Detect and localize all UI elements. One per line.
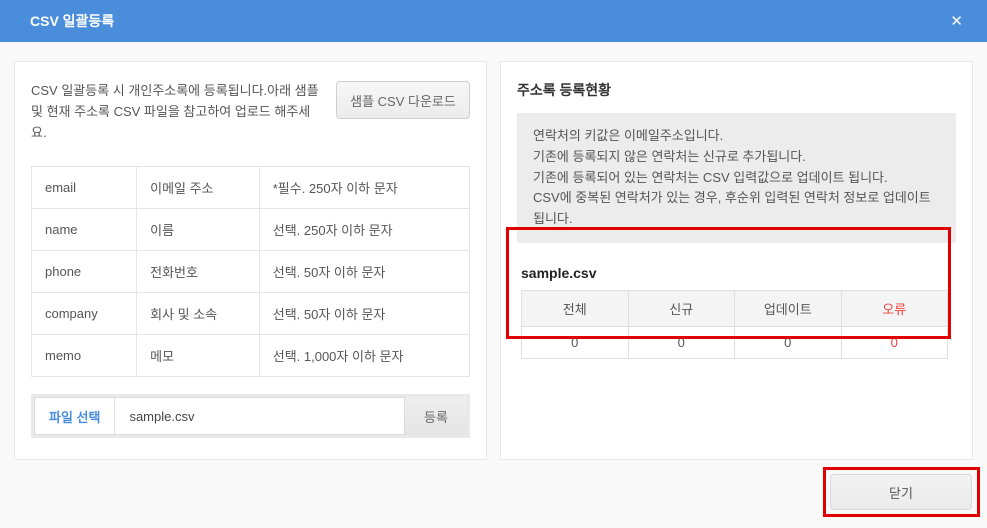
field-key: email: [32, 167, 137, 209]
field-rule: 선택. 50자 이하 문자: [259, 251, 469, 293]
modal-header: CSV 일괄등록 ✕: [0, 0, 987, 42]
file-input-field[interactable]: 파일 선택 sample.csv: [34, 397, 405, 435]
field-label: 전화번호: [137, 251, 260, 293]
table-row: phone 전화번호 선택. 50자 이하 문자: [32, 251, 470, 293]
field-rule: 선택. 50자 이하 문자: [259, 293, 469, 335]
value-new: 0: [628, 326, 735, 358]
field-label: 메모: [137, 335, 260, 377]
registration-status-panel: 주소록 등록현황 연락처의 키값은 이메일주소입니다. 기존에 등록되지 않은 …: [500, 61, 973, 460]
field-key: company: [32, 293, 137, 335]
info-line: 연락처의 키값은 이메일주소입니다.: [533, 126, 940, 147]
file-upload-row: 파일 선택 sample.csv 등록: [31, 394, 470, 438]
field-key: memo: [32, 335, 137, 377]
col-new: 신규: [628, 290, 735, 326]
modal-title: CSV 일괄등록: [30, 11, 114, 31]
sample-csv-download-button[interactable]: 샘플 CSV 다운로드: [336, 81, 470, 119]
table-row: name 이름 선택. 250자 이하 문자: [32, 209, 470, 251]
col-updated: 업데이트: [735, 290, 842, 326]
table-row: company 회사 및 소속 선택. 50자 이하 문자: [32, 293, 470, 335]
close-button[interactable]: 닫기: [830, 474, 972, 510]
info-line: 기존에 등록되지 않은 연락처는 신규로 추가됩니다.: [533, 147, 940, 168]
table-row: 0 0 0 0: [522, 326, 948, 358]
col-total: 전체: [522, 290, 629, 326]
table-row: 전체 신규 업데이트 오류: [522, 290, 948, 326]
field-rule: *필수. 250자 이하 문자: [259, 167, 469, 209]
field-key: name: [32, 209, 137, 251]
field-label: 이메일 주소: [137, 167, 260, 209]
field-label: 이름: [137, 209, 260, 251]
info-line: CSV에 중복된 연락처가 있는 경우, 후순위 입력된 연락처 정보로 업데이…: [533, 188, 940, 230]
col-error: 오류: [841, 290, 948, 326]
csv-field-spec-table: email 이메일 주소 *필수. 250자 이하 문자 name 이름 선택.…: [31, 166, 470, 377]
field-label: 회사 및 소속: [137, 293, 260, 335]
value-updated: 0: [735, 326, 842, 358]
file-select-button[interactable]: 파일 선택: [35, 398, 115, 434]
close-icon[interactable]: ✕: [950, 14, 963, 29]
upload-description: CSV 일괄등록 시 개인주소록에 등록됩니다.아래 샘플 및 현재 주소록 C…: [31, 78, 336, 143]
field-key: phone: [32, 251, 137, 293]
field-rule: 선택. 1,000자 이하 문자: [259, 335, 469, 377]
table-row: email 이메일 주소 *필수. 250자 이하 문자: [32, 167, 470, 209]
table-row: memo 메모 선택. 1,000자 이하 문자: [32, 335, 470, 377]
field-rule: 선택. 250자 이하 문자: [259, 209, 469, 251]
selected-file-name: sample.csv: [115, 409, 194, 424]
info-line: 기존에 등록되어 있는 연락처는 CSV 입력값으로 업데이트 됩니다.: [533, 168, 940, 189]
value-error: 0: [841, 326, 948, 358]
value-total: 0: [522, 326, 629, 358]
csv-upload-panel: CSV 일괄등록 시 개인주소록에 등록됩니다.아래 샘플 및 현재 주소록 C…: [14, 61, 487, 460]
upload-result-table: 전체 신규 업데이트 오류 0 0 0 0: [521, 290, 948, 359]
status-heading: 주소록 등록현황: [517, 78, 956, 100]
upload-result-section: sample.csv 전체 신규 업데이트 오류 0 0 0 0: [517, 265, 956, 359]
upload-submit-button[interactable]: 등록: [405, 397, 467, 435]
info-box: 연락처의 키값은 이메일주소입니다. 기존에 등록되지 않은 연락처는 신규로 …: [517, 113, 956, 243]
result-file-name: sample.csv: [521, 265, 956, 281]
